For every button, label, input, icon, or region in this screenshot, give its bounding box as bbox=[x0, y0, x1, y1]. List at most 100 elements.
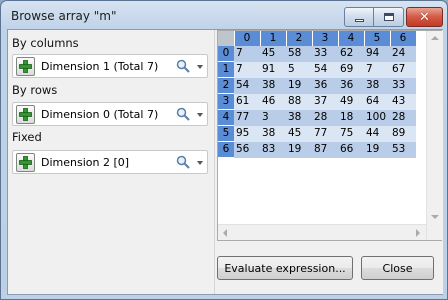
grid-cell[interactable]: 58 bbox=[286, 46, 312, 62]
array-grid[interactable]: 0 1 2 3 4 5 6 0 7 45 58 33 62 94 24 1 7 … bbox=[217, 30, 442, 241]
grid-cell[interactable]: 18 bbox=[338, 109, 364, 126]
by-rows-combo[interactable]: Dimension 0 (Total 7) bbox=[12, 102, 208, 126]
grid-corner bbox=[218, 31, 235, 46]
grid-cell[interactable]: 64 bbox=[364, 93, 390, 110]
column-header[interactable]: 1 bbox=[260, 31, 287, 46]
grid-cell[interactable]: 54 bbox=[312, 61, 338, 78]
grid-cell[interactable]: 49 bbox=[338, 93, 364, 110]
grid-cell[interactable]: 33 bbox=[312, 46, 338, 62]
grid-cell[interactable]: 62 bbox=[338, 46, 364, 62]
chevron-down-icon[interactable] bbox=[197, 113, 203, 117]
chevron-down-icon[interactable] bbox=[197, 161, 203, 165]
grid-cell[interactable]: 75 bbox=[338, 125, 364, 142]
grid-cell[interactable]: 46 bbox=[260, 93, 286, 110]
horizontal-scrollbar[interactable] bbox=[218, 224, 426, 240]
grid-cell[interactable]: 7 bbox=[364, 61, 390, 78]
grid-cell[interactable]: 53 bbox=[390, 141, 416, 158]
chevron-down-icon[interactable] bbox=[197, 65, 203, 69]
grid-cell[interactable]: 24 bbox=[390, 46, 416, 62]
grid-cell[interactable]: 19 bbox=[364, 141, 390, 158]
grid-cell[interactable]: 77 bbox=[312, 125, 338, 142]
grid-cell[interactable]: 3 bbox=[260, 109, 286, 126]
grid-cell[interactable]: 36 bbox=[338, 77, 364, 94]
grid-cell[interactable]: 77 bbox=[234, 109, 260, 126]
grid-cell[interactable]: 54 bbox=[234, 77, 260, 94]
search-icon[interactable] bbox=[176, 155, 190, 169]
maximize-icon bbox=[383, 13, 394, 21]
close-icon: ✕ bbox=[419, 9, 430, 25]
window-close-button[interactable]: ✕ bbox=[406, 7, 443, 27]
grid-cell[interactable]: 69 bbox=[338, 61, 364, 78]
plus-icon bbox=[19, 60, 32, 73]
array-table: 0 1 2 3 4 5 6 0 7 45 58 33 62 94 24 1 7 … bbox=[218, 31, 417, 158]
grid-cell[interactable]: 44 bbox=[364, 125, 390, 142]
grid-cell[interactable]: 45 bbox=[260, 46, 286, 62]
add-dimension-button[interactable] bbox=[16, 153, 35, 172]
grid-cell[interactable]: 43 bbox=[390, 93, 416, 110]
fixed-label: Fixed bbox=[12, 130, 42, 144]
grid-cell[interactable]: 38 bbox=[260, 77, 286, 94]
grid-cell[interactable]: 28 bbox=[312, 109, 338, 126]
combo-value: Dimension 2 [0] bbox=[41, 156, 130, 169]
minimize-button[interactable] bbox=[344, 7, 374, 27]
search-icon[interactable] bbox=[176, 59, 190, 73]
grid-cell[interactable]: 7 bbox=[234, 61, 260, 78]
row-header[interactable]: 5 bbox=[218, 125, 234, 142]
row-header[interactable]: 1 bbox=[218, 61, 234, 78]
close-button[interactable]: Close bbox=[361, 256, 434, 280]
combo-value: Dimension 1 (Total 7) bbox=[41, 60, 159, 73]
grid-cell[interactable]: 87 bbox=[312, 141, 338, 158]
grid-cell[interactable]: 56 bbox=[234, 141, 260, 158]
scroll-down-icon[interactable] bbox=[431, 215, 439, 219]
grid-cell[interactable]: 66 bbox=[338, 141, 364, 158]
row-header[interactable]: 0 bbox=[218, 46, 234, 62]
grid-cell[interactable]: 28 bbox=[390, 109, 416, 126]
column-header[interactable]: 3 bbox=[312, 31, 339, 46]
grid-cell[interactable]: 5 bbox=[286, 61, 312, 78]
row-header[interactable]: 6 bbox=[218, 141, 234, 158]
column-header[interactable]: 2 bbox=[286, 31, 313, 46]
add-dimension-button[interactable] bbox=[16, 57, 35, 76]
grid-cell[interactable]: 94 bbox=[364, 46, 390, 62]
column-header[interactable]: 0 bbox=[234, 31, 261, 46]
dialog-window: Browse array "m" ✕ By columns Dimension … bbox=[0, 0, 448, 300]
grid-cell[interactable]: 95 bbox=[234, 125, 260, 142]
row-header[interactable]: 4 bbox=[218, 109, 234, 126]
add-dimension-button[interactable] bbox=[16, 105, 35, 124]
grid-cell[interactable]: 100 bbox=[364, 109, 390, 126]
scroll-left-icon[interactable] bbox=[223, 229, 227, 237]
grid-cell[interactable]: 19 bbox=[286, 77, 312, 94]
grid-cell[interactable]: 83 bbox=[260, 141, 286, 158]
grid-cell[interactable]: 89 bbox=[390, 125, 416, 142]
vertical-scrollbar[interactable] bbox=[426, 31, 442, 240]
grid-cell[interactable]: 91 bbox=[260, 61, 286, 78]
column-header[interactable]: 5 bbox=[364, 31, 391, 46]
evaluate-expression-button[interactable]: Evaluate expression... bbox=[217, 256, 353, 280]
search-icon[interactable] bbox=[176, 107, 190, 121]
grid-cell[interactable]: 38 bbox=[286, 109, 312, 126]
grid-cell[interactable]: 67 bbox=[390, 61, 416, 78]
grid-cell[interactable]: 33 bbox=[390, 77, 416, 94]
grid-cell[interactable]: 61 bbox=[234, 93, 260, 110]
fixed-combo[interactable]: Dimension 2 [0] bbox=[12, 150, 208, 174]
grid-cell[interactable]: 36 bbox=[312, 77, 338, 94]
column-header[interactable]: 4 bbox=[338, 31, 365, 46]
grid-cell[interactable]: 45 bbox=[286, 125, 312, 142]
grid-cell[interactable]: 38 bbox=[260, 125, 286, 142]
by-columns-label: By columns bbox=[12, 36, 79, 50]
grid-cell[interactable]: 88 bbox=[286, 93, 312, 110]
scroll-up-icon[interactable] bbox=[431, 36, 439, 40]
row-header[interactable]: 2 bbox=[218, 77, 234, 94]
maximize-button[interactable] bbox=[374, 7, 404, 27]
by-columns-combo[interactable]: Dimension 1 (Total 7) bbox=[12, 54, 208, 78]
grid-cell[interactable]: 19 bbox=[286, 141, 312, 158]
grid-cell[interactable]: 38 bbox=[364, 77, 390, 94]
array-view-panel: 0 1 2 3 4 5 6 0 7 45 58 33 62 94 24 1 7 … bbox=[217, 30, 443, 294]
plus-icon bbox=[19, 108, 32, 121]
grid-cell[interactable]: 7 bbox=[234, 46, 260, 62]
minimize-icon bbox=[354, 18, 364, 22]
row-header[interactable]: 3 bbox=[218, 93, 234, 110]
grid-cell[interactable]: 37 bbox=[312, 93, 338, 110]
column-header[interactable]: 6 bbox=[390, 31, 417, 46]
scroll-right-icon[interactable] bbox=[416, 229, 420, 237]
